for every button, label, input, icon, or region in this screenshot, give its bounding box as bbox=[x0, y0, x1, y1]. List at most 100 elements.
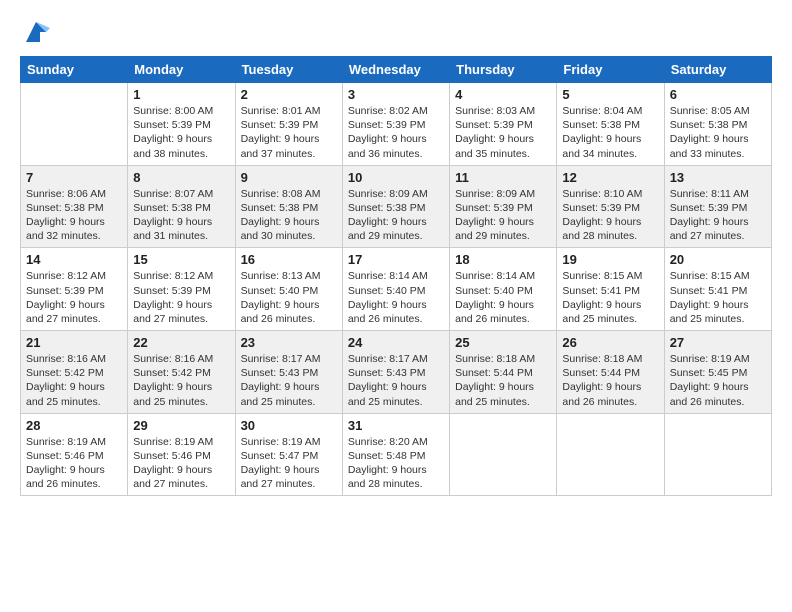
calendar-cell: 26Sunrise: 8:18 AM Sunset: 5:44 PM Dayli… bbox=[557, 331, 664, 414]
calendar-cell: 6Sunrise: 8:05 AM Sunset: 5:38 PM Daylig… bbox=[664, 83, 771, 166]
calendar-cell: 14 Sunrise: 8:12 AM Sunset: 5:39 PM Dayli… bbox=[21, 248, 128, 331]
calendar-cell: 22 Sunrise: 8:16 AM Sunset: 5:42 PM Dayli… bbox=[128, 331, 235, 414]
day-info: Sunrise: 8:19 AM Sunset: 5:46 PM Dayligh… bbox=[133, 435, 229, 492]
calendar-cell: 11 Sunrise: 8:09 AM Sunset: 5:39 PM Dayli… bbox=[450, 165, 557, 248]
day-number: 27 bbox=[670, 335, 766, 350]
day-number: 1 bbox=[133, 87, 229, 102]
day-number: 21 bbox=[26, 335, 122, 350]
day-info: Sunrise: 8:19 AM Sunset: 5:46 PM Dayligh… bbox=[26, 435, 122, 492]
day-number: 3 bbox=[348, 87, 444, 102]
day-number: 30 bbox=[241, 418, 337, 433]
calendar-week-row: 28 Sunrise: 8:19 AM Sunset: 5:46 PM Dayli… bbox=[21, 413, 772, 496]
day-info: Sunrise: 8:17 AM Sunset: 5:43 PM Dayligh… bbox=[241, 352, 337, 409]
day-number: 13 bbox=[670, 170, 766, 185]
day-number: 8 bbox=[133, 170, 229, 185]
calendar-cell: 4 Sunrise: 8:03 AM Sunset: 5:39 PM Daylig… bbox=[450, 83, 557, 166]
calendar-table: SundayMondayTuesdayWednesdayThursdayFrid… bbox=[20, 56, 772, 496]
day-number: 22 bbox=[133, 335, 229, 350]
calendar-cell: 29 Sunrise: 8:19 AM Sunset: 5:46 PM Dayli… bbox=[128, 413, 235, 496]
calendar-cell: 15 Sunrise: 8:12 AM Sunset: 5:39 PM Dayli… bbox=[128, 248, 235, 331]
calendar-week-row: 21 Sunrise: 8:16 AM Sunset: 5:42 PM Dayli… bbox=[21, 331, 772, 414]
day-info: Sunrise: 8:12 AM Sunset: 5:39 PM Dayligh… bbox=[133, 269, 229, 326]
calendar-cell: 9Sunrise: 8:08 AM Sunset: 5:38 PM Daylig… bbox=[235, 165, 342, 248]
day-number: 17 bbox=[348, 252, 444, 267]
day-number: 28 bbox=[26, 418, 122, 433]
day-info: Sunrise: 8:13 AM Sunset: 5:40 PM Dayligh… bbox=[241, 269, 337, 326]
calendar-cell: 3 Sunrise: 8:02 AM Sunset: 5:39 PM Daylig… bbox=[342, 83, 449, 166]
day-number: 25 bbox=[455, 335, 551, 350]
calendar-cell: 8 Sunrise: 8:07 AM Sunset: 5:38 PM Daylig… bbox=[128, 165, 235, 248]
calendar-cell: 23Sunrise: 8:17 AM Sunset: 5:43 PM Dayli… bbox=[235, 331, 342, 414]
day-info: Sunrise: 8:09 AM Sunset: 5:38 PM Dayligh… bbox=[348, 187, 444, 244]
calendar-header-row: SundayMondayTuesdayWednesdayThursdayFrid… bbox=[21, 57, 772, 83]
calendar-cell: 7Sunrise: 8:06 AM Sunset: 5:38 PM Daylig… bbox=[21, 165, 128, 248]
day-number: 2 bbox=[241, 87, 337, 102]
calendar-week-row: 1 Sunrise: 8:00 AM Sunset: 5:39 PM Daylig… bbox=[21, 83, 772, 166]
day-number: 9 bbox=[241, 170, 337, 185]
logo-icon bbox=[22, 18, 50, 46]
weekday-header: Wednesday bbox=[342, 57, 449, 83]
day-info: Sunrise: 8:07 AM Sunset: 5:38 PM Dayligh… bbox=[133, 187, 229, 244]
day-info: Sunrise: 8:16 AM Sunset: 5:42 PM Dayligh… bbox=[133, 352, 229, 409]
day-number: 16 bbox=[241, 252, 337, 267]
calendar-cell bbox=[664, 413, 771, 496]
day-number: 10 bbox=[348, 170, 444, 185]
calendar-cell bbox=[450, 413, 557, 496]
day-info: Sunrise: 8:09 AM Sunset: 5:39 PM Dayligh… bbox=[455, 187, 551, 244]
day-info: Sunrise: 8:19 AM Sunset: 5:47 PM Dayligh… bbox=[241, 435, 337, 492]
calendar-week-row: 7Sunrise: 8:06 AM Sunset: 5:38 PM Daylig… bbox=[21, 165, 772, 248]
calendar-cell: 17 Sunrise: 8:14 AM Sunset: 5:40 PM Dayli… bbox=[342, 248, 449, 331]
day-info: Sunrise: 8:12 AM Sunset: 5:39 PM Dayligh… bbox=[26, 269, 122, 326]
day-info: Sunrise: 8:14 AM Sunset: 5:40 PM Dayligh… bbox=[348, 269, 444, 326]
calendar-cell bbox=[557, 413, 664, 496]
calendar-cell: 16 Sunrise: 8:13 AM Sunset: 5:40 PM Dayli… bbox=[235, 248, 342, 331]
calendar-cell: 13 Sunrise: 8:11 AM Sunset: 5:39 PM Dayli… bbox=[664, 165, 771, 248]
calendar-cell: 2 Sunrise: 8:01 AM Sunset: 5:39 PM Daylig… bbox=[235, 83, 342, 166]
day-info: Sunrise: 8:03 AM Sunset: 5:39 PM Dayligh… bbox=[455, 104, 551, 161]
weekday-header: Friday bbox=[557, 57, 664, 83]
weekday-header: Sunday bbox=[21, 57, 128, 83]
day-number: 5 bbox=[562, 87, 658, 102]
day-number: 4 bbox=[455, 87, 551, 102]
calendar-cell: 31Sunrise: 8:20 AM Sunset: 5:48 PM Dayli… bbox=[342, 413, 449, 496]
header bbox=[20, 18, 772, 46]
calendar-cell: 30 Sunrise: 8:19 AM Sunset: 5:47 PM Dayli… bbox=[235, 413, 342, 496]
day-info: Sunrise: 8:19 AM Sunset: 5:45 PM Dayligh… bbox=[670, 352, 766, 409]
day-info: Sunrise: 8:15 AM Sunset: 5:41 PM Dayligh… bbox=[562, 269, 658, 326]
day-info: Sunrise: 8:02 AM Sunset: 5:39 PM Dayligh… bbox=[348, 104, 444, 161]
page: SundayMondayTuesdayWednesdayThursdayFrid… bbox=[0, 0, 792, 506]
calendar-cell bbox=[21, 83, 128, 166]
day-number: 29 bbox=[133, 418, 229, 433]
weekday-header: Monday bbox=[128, 57, 235, 83]
day-info: Sunrise: 8:04 AM Sunset: 5:38 PM Dayligh… bbox=[562, 104, 658, 161]
weekday-header: Saturday bbox=[664, 57, 771, 83]
calendar-cell: 12 Sunrise: 8:10 AM Sunset: 5:39 PM Dayli… bbox=[557, 165, 664, 248]
day-number: 20 bbox=[670, 252, 766, 267]
calendar-cell: 20 Sunrise: 8:15 AM Sunset: 5:41 PM Dayli… bbox=[664, 248, 771, 331]
day-info: Sunrise: 8:18 AM Sunset: 5:44 PM Dayligh… bbox=[562, 352, 658, 409]
day-info: Sunrise: 8:20 AM Sunset: 5:48 PM Dayligh… bbox=[348, 435, 444, 492]
calendar-cell: 27 Sunrise: 8:19 AM Sunset: 5:45 PM Dayli… bbox=[664, 331, 771, 414]
day-number: 18 bbox=[455, 252, 551, 267]
day-number: 6 bbox=[670, 87, 766, 102]
day-info: Sunrise: 8:14 AM Sunset: 5:40 PM Dayligh… bbox=[455, 269, 551, 326]
day-info: Sunrise: 8:00 AM Sunset: 5:39 PM Dayligh… bbox=[133, 104, 229, 161]
day-number: 12 bbox=[562, 170, 658, 185]
day-info: Sunrise: 8:01 AM Sunset: 5:39 PM Dayligh… bbox=[241, 104, 337, 161]
day-number: 15 bbox=[133, 252, 229, 267]
logo bbox=[20, 18, 50, 46]
day-info: Sunrise: 8:15 AM Sunset: 5:41 PM Dayligh… bbox=[670, 269, 766, 326]
day-number: 7 bbox=[26, 170, 122, 185]
day-info: Sunrise: 8:11 AM Sunset: 5:39 PM Dayligh… bbox=[670, 187, 766, 244]
calendar-cell: 19 Sunrise: 8:15 AM Sunset: 5:41 PM Dayli… bbox=[557, 248, 664, 331]
day-number: 11 bbox=[455, 170, 551, 185]
day-info: Sunrise: 8:10 AM Sunset: 5:39 PM Dayligh… bbox=[562, 187, 658, 244]
weekday-header: Tuesday bbox=[235, 57, 342, 83]
day-number: 24 bbox=[348, 335, 444, 350]
calendar-cell: 24 Sunrise: 8:17 AM Sunset: 5:43 PM Dayli… bbox=[342, 331, 449, 414]
day-number: 19 bbox=[562, 252, 658, 267]
day-number: 14 bbox=[26, 252, 122, 267]
weekday-header: Thursday bbox=[450, 57, 557, 83]
day-info: Sunrise: 8:16 AM Sunset: 5:42 PM Dayligh… bbox=[26, 352, 122, 409]
day-info: Sunrise: 8:17 AM Sunset: 5:43 PM Dayligh… bbox=[348, 352, 444, 409]
